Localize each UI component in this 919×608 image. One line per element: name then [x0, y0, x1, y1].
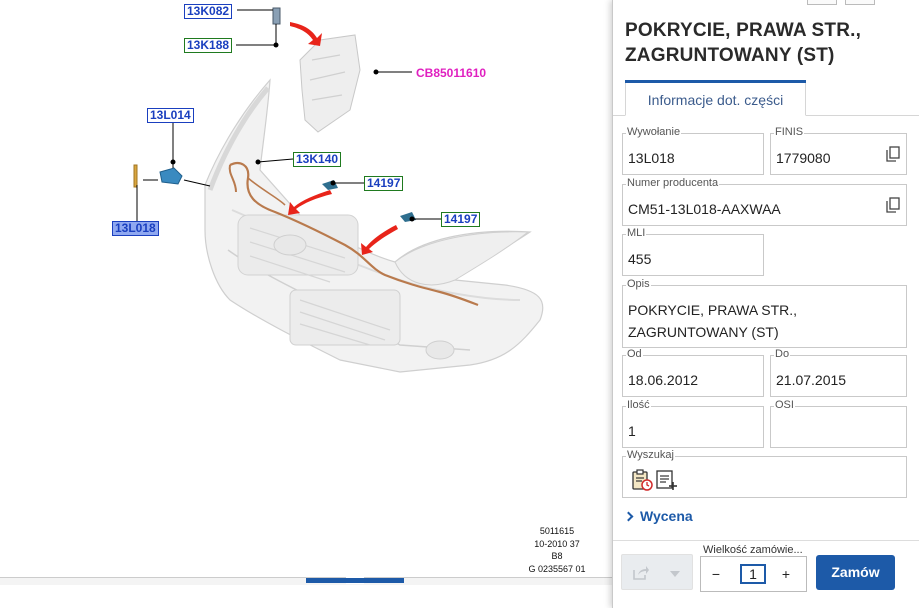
share-icon	[633, 566, 649, 580]
field-numer-producenta[interactable]: Numer producenta CM51-13L018-AAXWAA	[622, 177, 907, 226]
parts-diagram[interactable]: 13K082 13K188 13L014 13K140 14197 14197 …	[0, 0, 612, 608]
drawing-stamp: 5011615 10-2010 37 B8 G 0235567 01	[512, 525, 602, 575]
stamp-line: B8	[551, 551, 563, 561]
wycena-label: Wycena	[640, 508, 693, 524]
field-wyszukaj: Wyszukaj	[622, 449, 907, 498]
quantity-decrement-button[interactable]: −	[707, 564, 725, 584]
scrollbar-grip-icon	[346, 577, 364, 584]
field-label: Od	[626, 348, 643, 361]
quantity-label: Wielkość zamówie...	[703, 544, 803, 556]
order-button[interactable]: Zamów	[816, 555, 895, 590]
tab-part-info[interactable]: Informacje dot. części	[625, 80, 806, 116]
field-label: Wywołanie	[626, 126, 682, 139]
field-do[interactable]: Do 21.07.2015	[770, 348, 907, 397]
field-value: CM51-13L018-AAXWAA	[628, 201, 781, 217]
callout-13L014[interactable]: 13L014	[147, 108, 194, 123]
bumper-illustration	[133, 7, 544, 373]
copy-icon[interactable]	[886, 197, 900, 213]
part-title: POKRYCIE, PRAWA STR., ZAGRUNTOWANY (ST)	[625, 20, 862, 66]
callout-14197-upper[interactable]: 14197	[364, 176, 404, 191]
field-mli[interactable]: MLI 455	[622, 227, 764, 276]
callout-13K188[interactable]: 13K188	[184, 38, 233, 53]
field-value: 21.07.2015	[776, 372, 847, 388]
callout-13L018-selected[interactable]: 13L018	[112, 221, 159, 236]
callout-13K140[interactable]: 13K140	[293, 152, 342, 167]
field-label: FINIS	[774, 126, 805, 139]
part-fields: Wywołanie 13L018 FINIS 1779080 Numer pro…	[613, 116, 919, 540]
field-label: Wyszukaj	[626, 449, 675, 462]
clipboard-clock-icon[interactable]	[631, 469, 653, 491]
field-value: 455	[628, 251, 652, 267]
field-ilosc[interactable]: Ilość 1	[622, 399, 764, 448]
part-details-panel: POKRYCIE, PRAWA STR., ZAGRUNTOWANY (ST) …	[612, 0, 919, 608]
field-label: OSI	[774, 399, 795, 412]
tab-bar: Informacje dot. części	[613, 80, 919, 116]
field-value: 18.06.2012	[628, 372, 699, 388]
order-quantity: Wielkość zamówie... − +	[700, 541, 807, 595]
field-od[interactable]: Od 18.06.2012	[622, 348, 764, 397]
quantity-stepper: − +	[700, 556, 807, 592]
panel-control-button[interactable]	[807, 0, 837, 5]
field-opis[interactable]: Opis POKRYCIE, PRAWA STR., ZAGRUNTOWANY …	[622, 278, 907, 348]
list-add-icon[interactable]	[656, 469, 678, 491]
chevron-right-icon	[623, 511, 634, 522]
copy-icon[interactable]	[886, 146, 900, 162]
stamp-line: G 0235567 01	[528, 563, 586, 574]
quantity-input[interactable]	[740, 564, 766, 584]
panel-control-button[interactable]	[845, 0, 875, 5]
reference-label[interactable]: CB85011610	[416, 66, 486, 80]
order-footer: Wielkość zamówie... − + Zamów	[613, 540, 919, 608]
panel-top-controls	[613, 0, 919, 6]
field-label: MLI	[626, 227, 647, 240]
callout-13K082[interactable]: 13K082	[184, 4, 233, 19]
field-value: 13L018	[628, 150, 675, 166]
field-value: 1	[628, 423, 636, 439]
quantity-increment-button[interactable]: +	[777, 564, 795, 584]
field-osi[interactable]: OSI	[770, 399, 907, 448]
share-dropdown-button[interactable]	[621, 554, 693, 590]
field-wywolanie[interactable]: Wywołanie 13L018	[622, 126, 764, 175]
field-value: POKRYCIE, PRAWA STR., ZAGRUNTOWANY (ST)	[628, 302, 798, 340]
stamp-line: 5011615	[539, 526, 575, 536]
field-label: Opis	[626, 278, 651, 291]
field-value: 1779080	[776, 150, 831, 166]
field-finis[interactable]: FINIS 1779080	[770, 126, 907, 175]
wycena-toggle[interactable]: Wycena	[623, 508, 693, 524]
stamp-line: 10-2010 37	[534, 538, 580, 549]
field-label: Do	[774, 348, 791, 361]
field-label: Ilość	[626, 399, 651, 412]
callout-14197-lower[interactable]: 14197	[441, 212, 481, 227]
chevron-down-icon	[670, 571, 680, 577]
field-label: Numer producenta	[626, 177, 720, 190]
